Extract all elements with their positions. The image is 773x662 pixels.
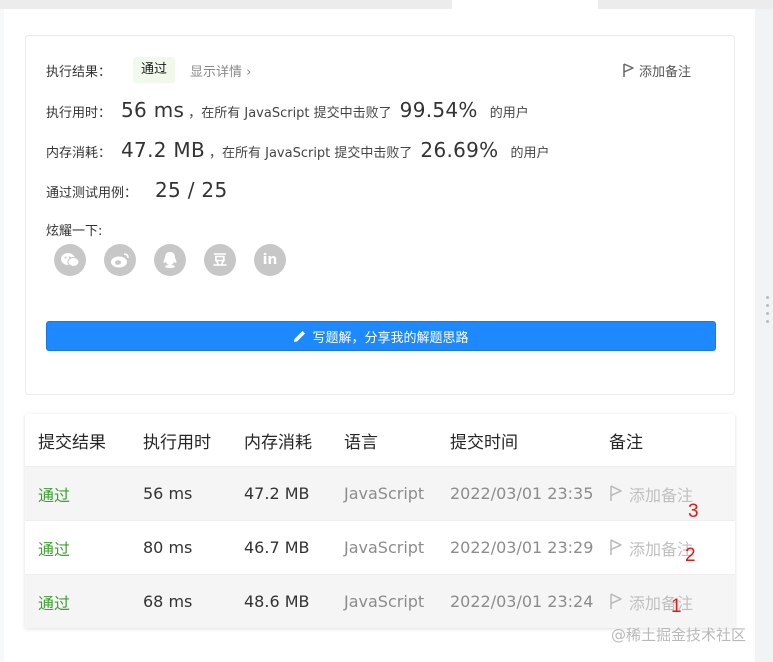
row-runtime: 68 ms [143, 592, 193, 611]
qq-icon[interactable] [154, 244, 186, 276]
linkedin-icon[interactable]: in [254, 244, 286, 276]
table-row[interactable]: 通过 68 ms 48.6 MB JavaScript 2022/03/01 2… [25, 574, 735, 628]
runtime-text: ，在所有 JavaScript 提交中击败了 [188, 106, 392, 121]
table-header: 提交结果 执行用时 内存消耗 语言 提交时间 备注 [25, 414, 735, 466]
flag-icon [623, 63, 634, 77]
active-tab[interactable] [452, 0, 598, 9]
tests-value: 25 / 25 [155, 178, 228, 202]
row-language: JavaScript [344, 538, 425, 557]
memory-label: 内存消耗： [46, 146, 112, 161]
runtime-row: 执行用时： 56 ms ，在所有 JavaScript 提交中击败了 99.54… [46, 98, 529, 122]
runtime-suffix: 的用户 [489, 106, 529, 121]
drag-handle[interactable] [766, 296, 769, 328]
row-language: JavaScript [344, 484, 425, 503]
row-runtime: 56 ms [143, 484, 193, 503]
top-tab-bar [0, 0, 773, 9]
status-badge: 通过 [133, 57, 176, 83]
header-note: 备注 [609, 432, 643, 453]
write-solution-label: 写题解，分享我的解题思路 [312, 330, 469, 346]
header-runtime: 执行用时 [143, 432, 211, 453]
wechat-icon[interactable] [54, 244, 86, 276]
runtime-percent: 99.54% [399, 98, 478, 122]
annotation-number: 2 [685, 545, 696, 566]
row-status-link[interactable]: 通过 [25, 536, 130, 560]
row-add-note-label: 添加备注 [629, 593, 694, 613]
annotation-number: 1 [671, 596, 682, 617]
tests-label: 通过测试用例： [46, 186, 138, 201]
show-details-link[interactable]: 显示详情 › [190, 61, 251, 80]
row-time: 2022/03/01 23:24 [450, 592, 594, 611]
weibo-icon[interactable] [104, 244, 136, 276]
write-solution-button[interactable]: 写题解，分享我的解题思路 [46, 321, 716, 351]
row-add-note-button[interactable]: 添加备注 [597, 536, 735, 560]
result-label: 执行结果： [46, 65, 112, 80]
add-note-label: 添加备注 [639, 65, 692, 80]
row-language: JavaScript [344, 592, 425, 611]
add-note-button[interactable]: 添加备注 [622, 61, 691, 80]
header-status: 提交结果 [38, 432, 106, 453]
douban-icon[interactable]: 豆 [204, 244, 236, 276]
share-label: 炫耀一下: [46, 224, 103, 239]
row-add-note-label: 添加备注 [629, 539, 694, 559]
row-add-note-button[interactable]: 添加备注 [597, 482, 735, 506]
annotation-number: 3 [688, 501, 699, 522]
flag-icon [610, 593, 622, 609]
result-card: 执行结果： 通过 显示详情 › 添加备注 执行用时： 56 ms ，在所有 Ja… [25, 35, 735, 395]
header-language: 语言 [344, 432, 378, 453]
share-icons: 豆 in [54, 244, 304, 276]
header-time: 提交时间 [450, 432, 518, 453]
pencil-icon [294, 330, 306, 342]
memory-text: ，在所有 JavaScript 提交中击败了 [208, 146, 413, 161]
table-row[interactable]: 通过 56 ms 47.2 MB JavaScript 2022/03/01 2… [25, 466, 735, 520]
row-time: 2022/03/01 23:29 [450, 538, 594, 557]
runtime-label: 执行用时： [46, 106, 112, 121]
row-status-link[interactable]: 通过 [25, 590, 130, 614]
tests-row: 通过测试用例： 25 / 25 [46, 178, 227, 202]
submissions-table: 提交结果 执行用时 内存消耗 语言 提交时间 备注 通过 56 ms 47.2 … [25, 414, 735, 628]
row-time: 2022/03/01 23:35 [450, 484, 594, 503]
row-add-note-label: 添加备注 [629, 485, 694, 505]
result-row: 执行结果： [46, 61, 111, 80]
row-runtime: 80 ms [143, 538, 193, 557]
flag-icon [610, 539, 622, 555]
row-add-note-button[interactable]: 添加备注 [597, 590, 735, 614]
memory-suffix: 的用户 [510, 146, 550, 161]
memory-row: 内存消耗： 47.2 MB ，在所有 JavaScript 提交中击败了 26.… [46, 138, 550, 162]
watermark: @稀土掘金技术社区 [611, 626, 747, 644]
row-status-link[interactable]: 通过 [25, 482, 130, 506]
row-memory: 48.6 MB [244, 592, 310, 611]
row-memory: 47.2 MB [244, 484, 310, 503]
right-scroll-gutter [755, 9, 773, 662]
runtime-value: 56 ms [121, 98, 185, 122]
flag-icon [610, 485, 622, 501]
row-memory: 46.7 MB [244, 538, 310, 557]
memory-percent: 26.69% [420, 138, 499, 162]
table-row[interactable]: 通过 80 ms 46.7 MB JavaScript 2022/03/01 2… [25, 520, 735, 574]
memory-value: 47.2 MB [121, 138, 205, 162]
header-memory: 内存消耗 [244, 432, 312, 453]
